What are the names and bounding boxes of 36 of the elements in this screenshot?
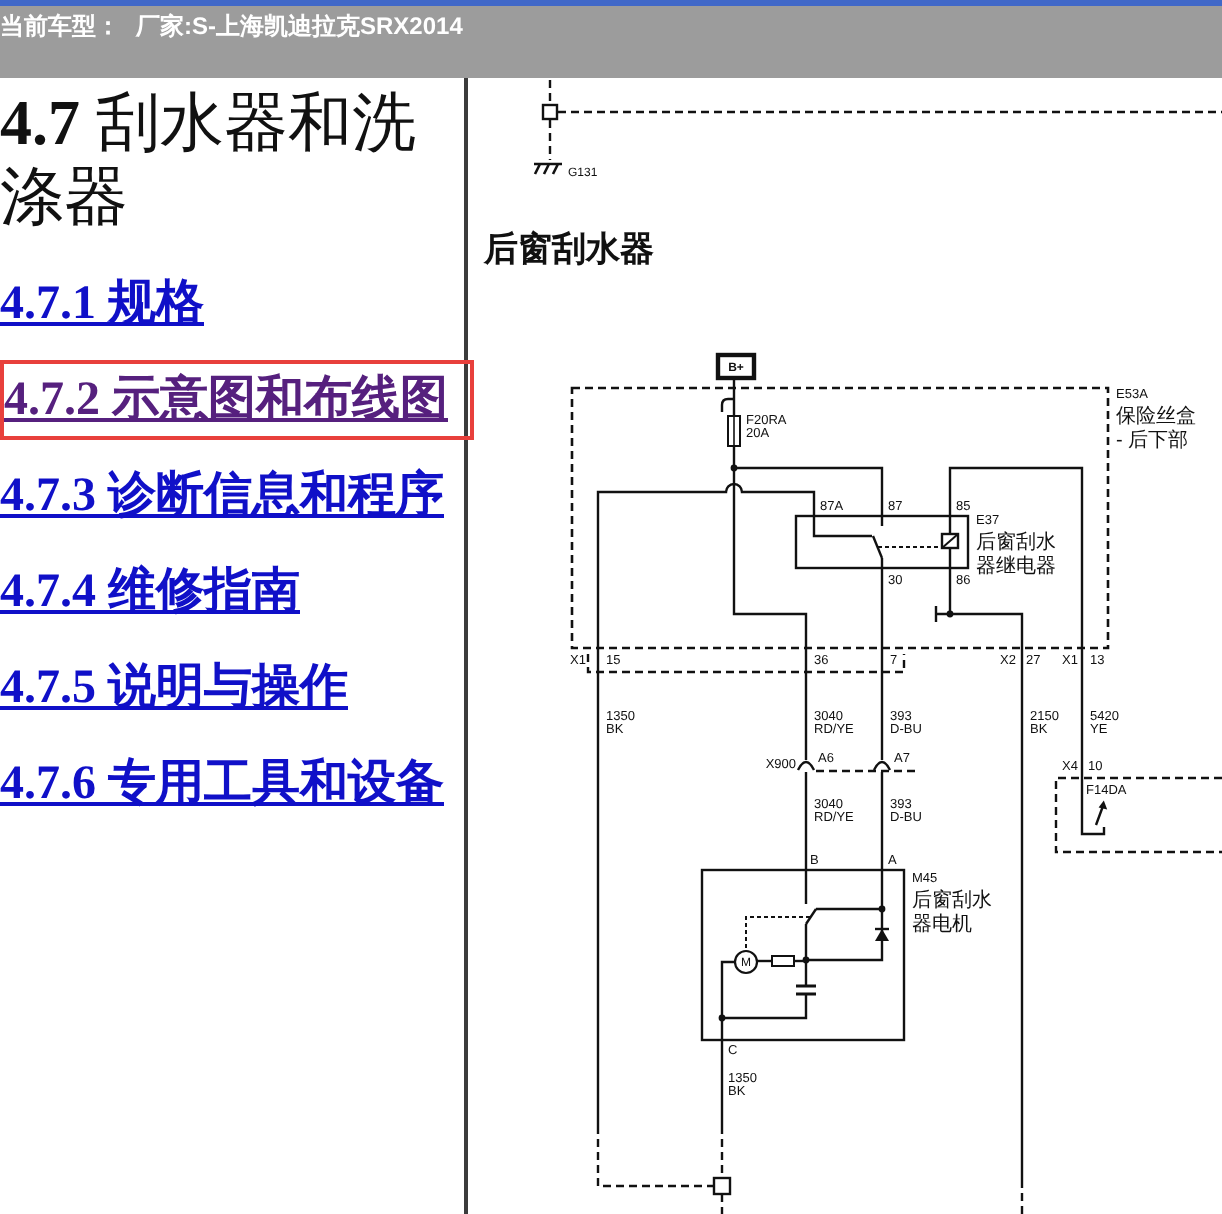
toc-link[interactable]: 4.7.2 示意图和布线图: [0, 360, 474, 440]
diagram-title: 后窗刮水器: [484, 230, 654, 268]
wire: [720, 1194, 724, 1214]
fuse-icon: [727, 415, 741, 447]
connector-icon: [796, 760, 816, 771]
resistor-icon: [771, 955, 795, 967]
connector-icon: [872, 760, 892, 771]
linkage-line: [745, 916, 811, 952]
toc-link[interactable]: 4.7.5 说明与操作: [0, 660, 348, 716]
vehicle-value: 厂家:S-上海凯迪拉克SRX2014: [136, 12, 463, 40]
switch-icon: [1080, 800, 1108, 836]
junction-dot-icon: [718, 1014, 726, 1022]
junction-dot-icon: [878, 905, 886, 913]
diode-icon: [875, 927, 889, 941]
junction-dot-icon: [730, 464, 738, 472]
junction-dot-icon: [802, 956, 810, 964]
section-heading: 4.7 刮水器和洗涤器: [0, 86, 418, 234]
ground-icon: [532, 162, 564, 176]
toc-link[interactable]: 4.7.3 诊断信息和程序: [0, 468, 444, 524]
wire: [548, 80, 552, 104]
relay-coil-icon: [940, 532, 960, 550]
connector-outline: [816, 769, 916, 773]
connector-icon: [720, 397, 734, 412]
connector-icon: [934, 604, 950, 624]
junction-dot-icon: [946, 610, 954, 618]
toc-link[interactable]: 4.7.6 专用工具和设备: [0, 756, 444, 812]
connector-icon: [712, 1176, 732, 1196]
park-switch-icon: [805, 908, 817, 925]
relay-switch-icon: [871, 535, 943, 559]
vehicle-label: 当前车型：: [0, 12, 120, 40]
toc-link[interactable]: 4.7.4 维修指南: [0, 564, 300, 620]
toc-link[interactable]: 4.7.1 规格: [0, 276, 204, 332]
motor-icon: [733, 949, 759, 975]
wire: [548, 120, 552, 160]
connector-icon: [541, 103, 559, 121]
capacitor-icon: [794, 984, 818, 996]
